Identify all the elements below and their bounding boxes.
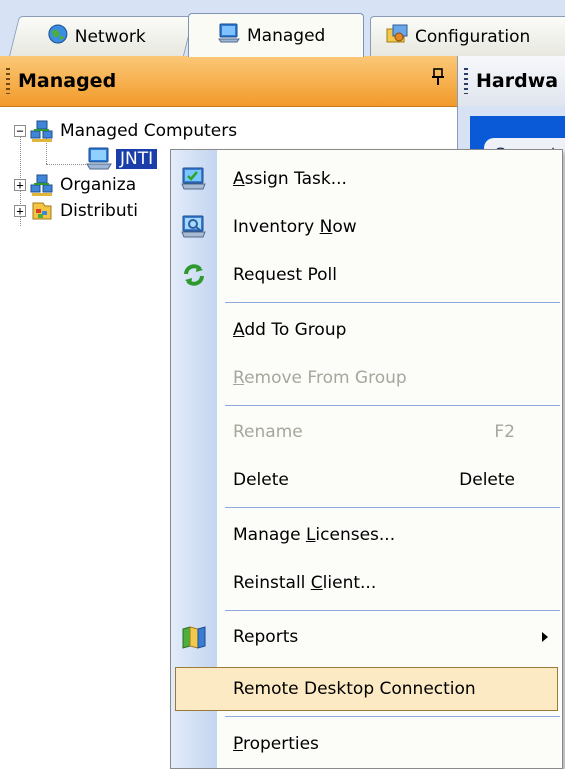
- pin-icon[interactable]: [431, 68, 445, 91]
- pane-title: Managed: [18, 70, 117, 92]
- collapse-icon[interactable]: −: [14, 125, 26, 137]
- hardware-pane-header: Hardwa: [458, 56, 565, 106]
- menu-label: Reports: [233, 627, 299, 647]
- tab-label: Configuration: [415, 26, 531, 47]
- menu-accelerator: A: [233, 320, 245, 340]
- config-icon: [385, 23, 409, 50]
- menu-item-inventory-now[interactable]: Inventory Now: [171, 204, 562, 250]
- menu-shortcut: F2: [494, 422, 515, 442]
- menu-separator: [225, 610, 560, 611]
- expand-icon[interactable]: +: [14, 205, 26, 217]
- inventory-icon: [180, 214, 208, 240]
- grip-icon[interactable]: [464, 68, 468, 94]
- menu-separator: [225, 405, 560, 406]
- menu-label: Delete: [233, 470, 289, 490]
- network-group-icon: [30, 119, 54, 143]
- menu-accelerator: P: [233, 734, 243, 754]
- assign-task-icon: [180, 166, 208, 192]
- menu-item-reinstall-client[interactable]: Reinstall Client...: [171, 560, 562, 606]
- expand-icon[interactable]: +: [14, 179, 26, 191]
- menu-accelerator: C: [310, 573, 323, 593]
- menu-accelerator: A: [233, 169, 245, 189]
- menu-label: icenses...: [315, 525, 396, 545]
- tab-strip: Network Managed Configuration: [0, 0, 565, 57]
- menu-item-reports[interactable]: Reports: [171, 614, 562, 660]
- menu-item-remove-from-group[interactable]: Remove From Group: [171, 355, 562, 401]
- submenu-arrow-icon: [542, 632, 548, 642]
- menu-shortcut: Delete: [459, 470, 515, 490]
- menu-label: ow: [332, 217, 357, 237]
- tree-item-label: Distributi: [60, 201, 139, 221]
- menu-label: ssign Task...: [244, 169, 347, 189]
- tree-item-label: Managed Computers: [60, 121, 238, 141]
- menu-label-prefix: Reinstall: [233, 573, 311, 593]
- menu-item-rename[interactable]: Rename F2: [171, 409, 562, 455]
- reports-icon: [180, 624, 208, 650]
- context-menu: Assign Task... Inventory Now Request Pol…: [170, 149, 563, 769]
- tab-configuration[interactable]: Configuration: [370, 16, 565, 56]
- menu-accelerator: R: [233, 368, 245, 388]
- tree-item-distribution[interactable]: + Distributi: [14, 198, 138, 224]
- menu-label-prefix: Manage: [233, 525, 306, 545]
- tree-item-computer[interactable]: JNTI: [86, 146, 158, 172]
- refresh-icon: [180, 262, 208, 288]
- menu-label: Remote Desktop Connection: [233, 679, 476, 699]
- tree-item-managed-computers[interactable]: − Managed Computers: [14, 118, 237, 144]
- menu-label: roperties: [242, 734, 319, 754]
- tab-network[interactable]: Network: [9, 16, 194, 56]
- menu-label: dd To Group: [244, 320, 347, 340]
- tab-label: Network: [74, 26, 146, 47]
- computer-icon: [217, 22, 241, 49]
- menu-separator: [225, 716, 560, 717]
- computer-icon: [86, 147, 112, 171]
- menu-item-remote-desktop-connection[interactable]: Remote Desktop Connection: [175, 667, 558, 711]
- managed-pane-header: Managed: [0, 56, 457, 107]
- menu-item-add-to-group[interactable]: Add To Group: [171, 307, 562, 353]
- grip-icon[interactable]: [6, 68, 10, 94]
- network-group-icon: [30, 173, 54, 197]
- menu-item-assign-task[interactable]: Assign Task...: [171, 156, 562, 202]
- tab-managed[interactable]: Managed: [188, 13, 364, 57]
- tree-item-label: Organiza: [60, 175, 137, 195]
- menu-separator: [225, 302, 560, 303]
- menu-item-manage-licenses[interactable]: Manage Licenses...: [171, 512, 562, 558]
- menu-item-delete[interactable]: Delete Delete: [171, 457, 562, 503]
- tree-item-organization[interactable]: + Organiza: [14, 172, 136, 198]
- globe-icon: [47, 23, 69, 50]
- menu-label: lient...: [322, 573, 377, 593]
- menu-item-properties[interactable]: Properties: [171, 721, 562, 767]
- tree-item-label: JNTI: [116, 149, 158, 169]
- menu-label: Rename: [233, 422, 303, 442]
- menu-separator: [225, 507, 560, 508]
- menu-label: emove From Group: [244, 368, 407, 388]
- menu-item-request-poll[interactable]: Request Poll: [171, 252, 562, 298]
- tree-line: [46, 164, 86, 165]
- menu-label-prefix: Inventory: [233, 217, 320, 237]
- pane-title: Hardwa: [476, 70, 559, 92]
- menu-accelerator: L: [305, 525, 316, 545]
- distribution-icon: [30, 199, 54, 223]
- menu-label: Request Poll: [233, 265, 337, 285]
- tab-label: Managed: [247, 25, 326, 46]
- menu-accelerator: N: [319, 217, 333, 237]
